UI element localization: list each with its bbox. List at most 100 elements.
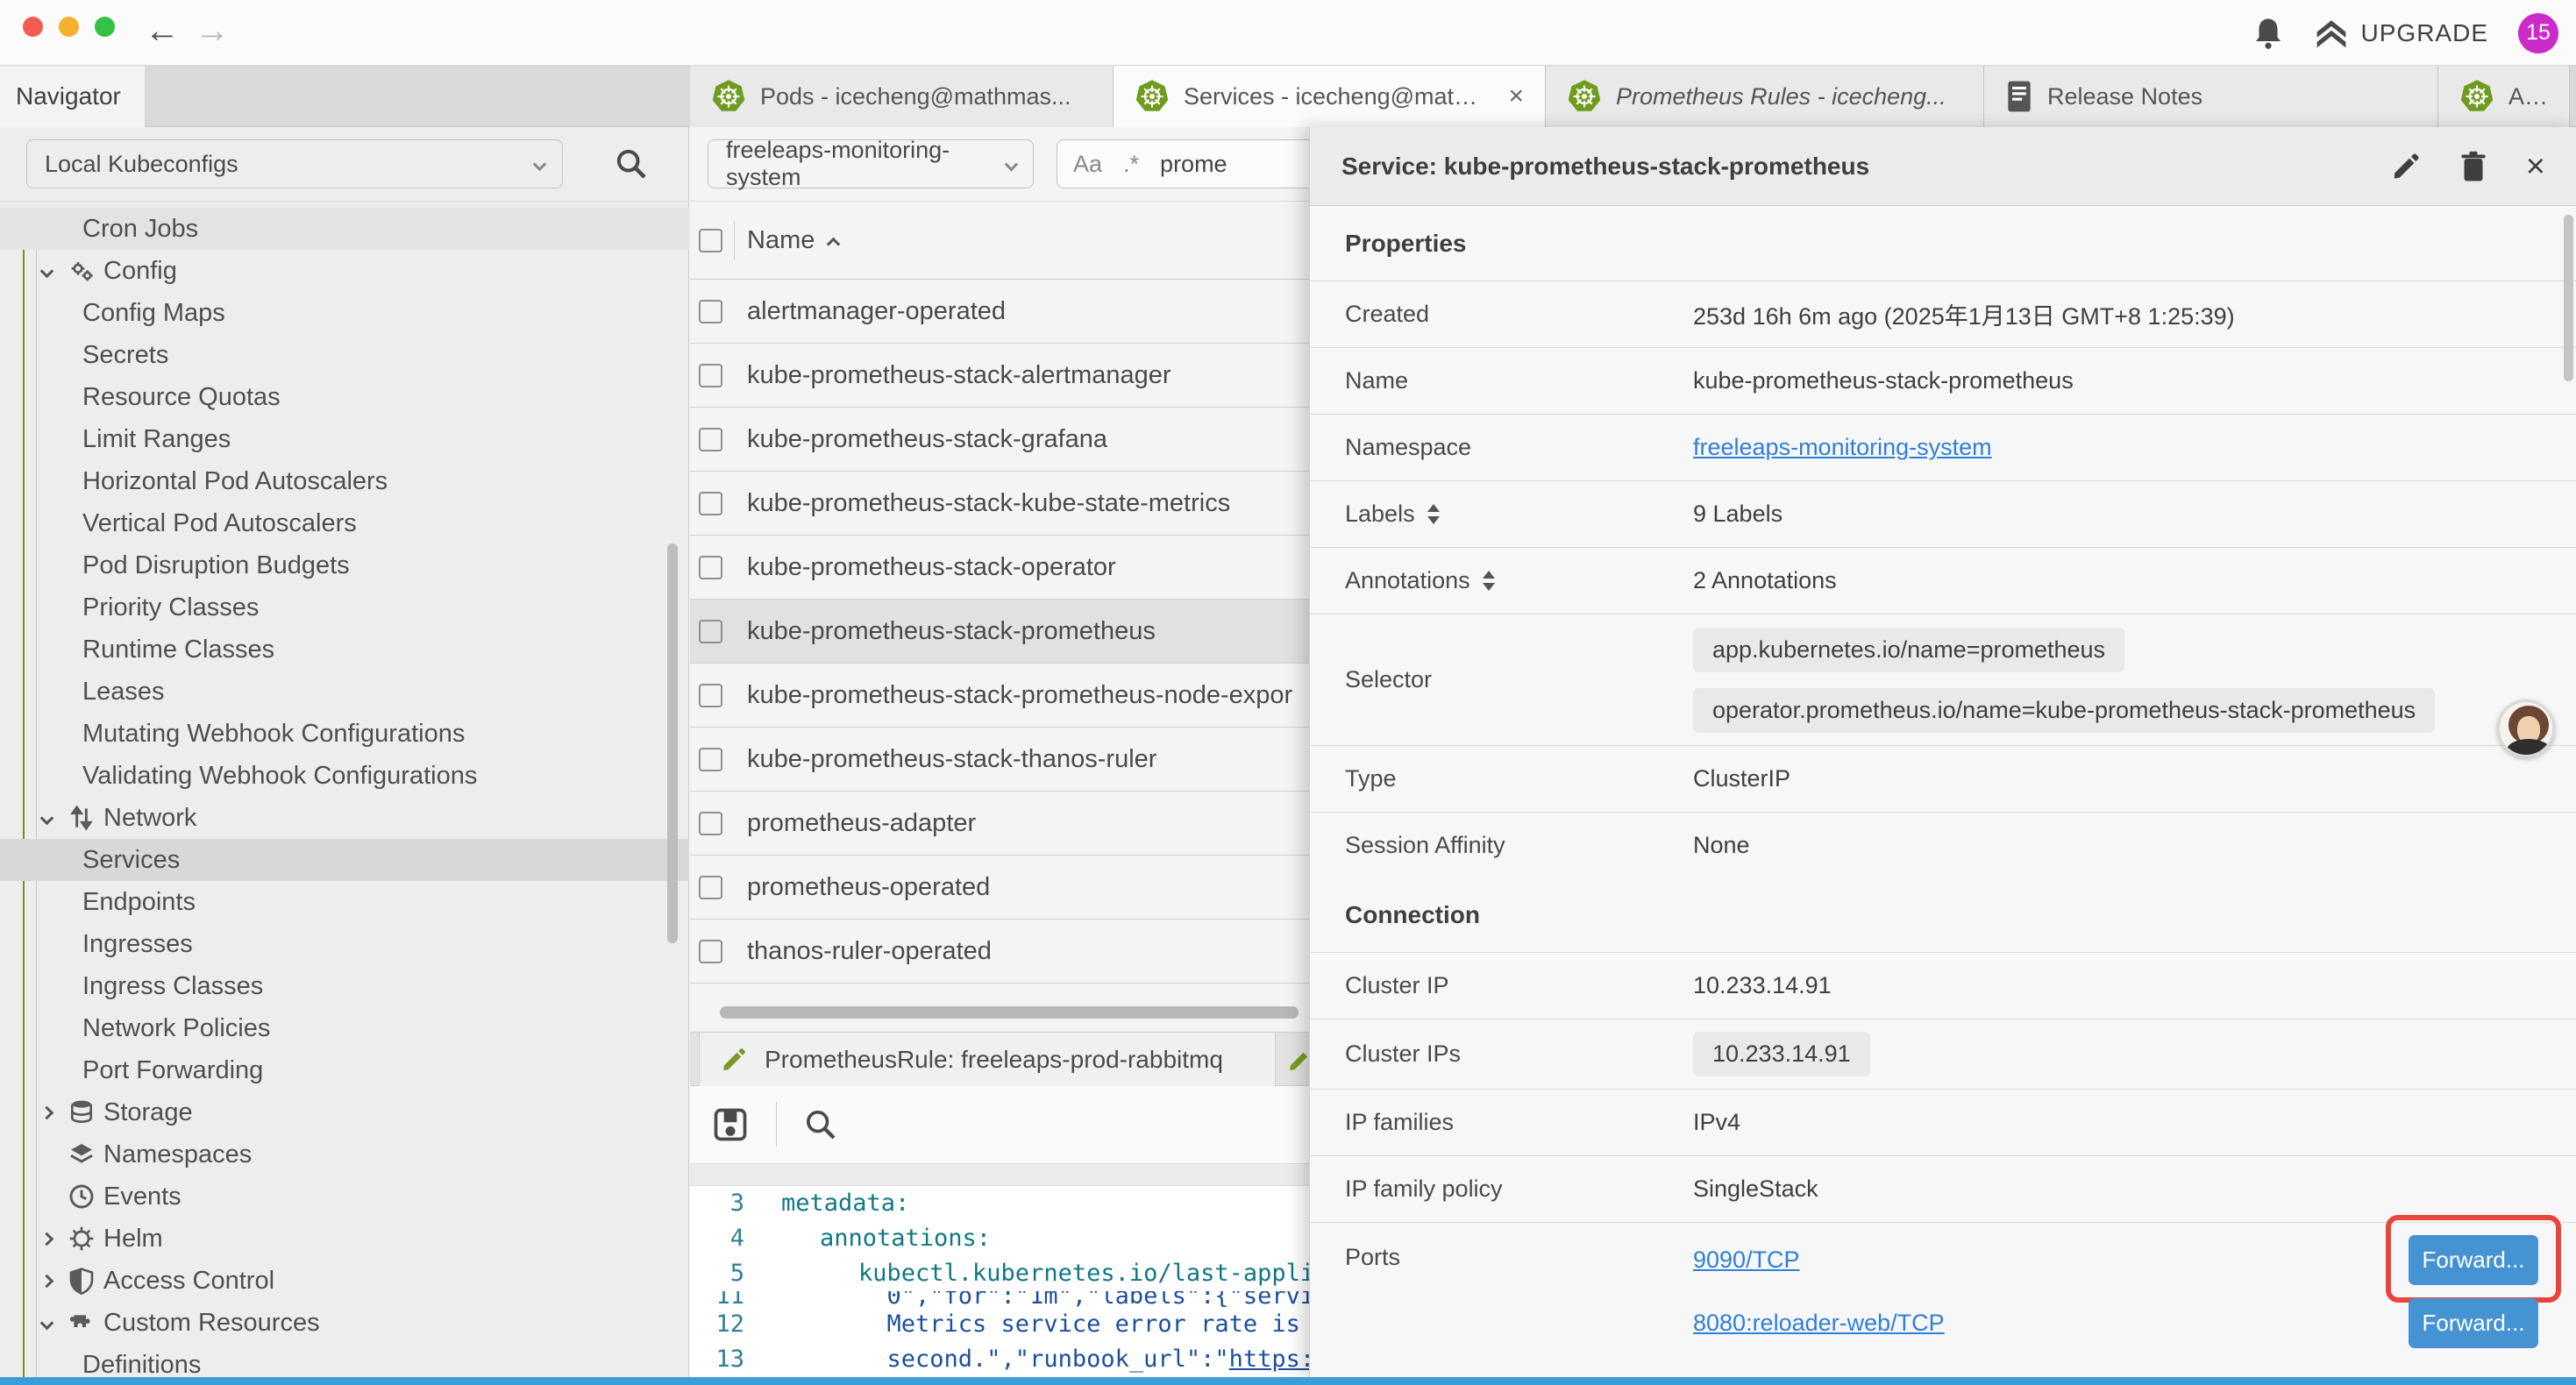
editor-search-icon[interactable] <box>803 1107 838 1142</box>
table-row[interactable]: kube-prometheus-stack-kube-state-metrics <box>690 472 1309 536</box>
row-checkbox[interactable] <box>699 876 722 899</box>
delete-trash-icon[interactable] <box>2459 151 2487 182</box>
port-link[interactable]: 9090/TCP <box>1693 1246 1800 1274</box>
bell-icon[interactable] <box>2252 16 2284 51</box>
tab-prometheus-rules-icecheng[interactable]: Prometheus Rules - icecheng... <box>1546 66 1984 127</box>
tab-argo-se[interactable]: Argo Se <box>2438 66 2570 127</box>
table-row[interactable]: kube-prometheus-stack-grafana <box>690 408 1309 472</box>
table-row[interactable]: prometheus-adapter <box>690 792 1309 856</box>
next-editor-tab-partial[interactable] <box>1277 1033 1309 1087</box>
sort-updown-icon[interactable] <box>1427 504 1440 524</box>
sidebar-item-mutating-webhook-configurations[interactable]: Mutating Webhook Configurations <box>0 713 689 755</box>
sidebar-item-validating-webhook-configurations[interactable]: Validating Webhook Configurations <box>0 755 689 797</box>
sidebar-item-helm[interactable]: Helm <box>0 1218 689 1260</box>
sort-updown-icon[interactable] <box>1483 571 1495 591</box>
sidebar-item-definitions[interactable]: Definitions <box>0 1344 689 1378</box>
table-row[interactable]: kube-prometheus-stack-alertmanager <box>690 344 1309 408</box>
table-row[interactable]: prometheus-operated <box>690 856 1309 920</box>
forward-button[interactable]: Forward... <box>2409 1235 2538 1285</box>
row-checkbox[interactable] <box>699 684 722 707</box>
user-avatar[interactable] <box>2497 700 2555 757</box>
sidebar-item-services[interactable]: Services <box>0 839 689 881</box>
tab-pods-icecheng-mathmas[interactable]: Pods - icecheng@mathmas... <box>690 66 1114 127</box>
match-case-toggle[interactable]: Aa <box>1073 151 1102 178</box>
window-minimize-button[interactable] <box>59 17 79 37</box>
sidebar-scrollbar[interactable] <box>667 543 678 943</box>
property-row-selector: Selectorapp.kubernetes.io/name=prometheu… <box>1310 614 2576 745</box>
row-checkbox[interactable] <box>699 492 722 515</box>
sidebar-item-pod-disruption-budgets[interactable]: Pod Disruption Budgets <box>0 544 689 586</box>
close-icon[interactable]: × <box>2526 152 2545 181</box>
sidebar-item-leases[interactable]: Leases <box>0 671 689 713</box>
resource-search-input[interactable]: Aa .* prome <box>1057 139 1320 188</box>
table-row[interactable]: kube-prometheus-stack-operator <box>690 536 1309 600</box>
tab-release-notes[interactable]: Release Notes <box>1984 66 2438 127</box>
horizontal-scrollbar[interactable] <box>720 1006 1299 1019</box>
line-number: 3 <box>690 1186 774 1221</box>
sort-down-arrow <box>1427 516 1440 524</box>
section-title: Connection <box>1345 901 1480 929</box>
namespace-link[interactable]: freeleaps-monitoring-system <box>1693 434 1992 461</box>
sidebar-item-network-policies[interactable]: Network Policies <box>0 1007 689 1049</box>
sidebar-item-config[interactable]: Config <box>0 250 689 292</box>
property-row-annotations: Annotations2 Annotations <box>1310 547 2576 614</box>
details-scrollbar[interactable] <box>2564 215 2573 381</box>
sidebar-item-access-control[interactable]: Access Control <box>0 1260 689 1302</box>
sidebar-item-runtime-classes[interactable]: Runtime Classes <box>0 629 689 671</box>
back-arrow-icon[interactable]: ← <box>145 9 180 53</box>
forward-arrow-icon[interactable]: → <box>195 9 230 53</box>
tab-navigator[interactable]: Navigator <box>0 66 145 127</box>
sidebar-item-network[interactable]: Network <box>0 797 689 839</box>
kubeconfig-selector[interactable]: Local Kubeconfigs <box>26 139 563 188</box>
namespace-filter[interactable]: freeleaps-monitoring-system <box>708 139 1034 188</box>
name-column-header[interactable]: Name <box>747 226 838 255</box>
sidebar-search-icon[interactable] <box>614 146 649 181</box>
sidebar-item-config-maps[interactable]: Config Maps <box>0 292 689 334</box>
prometheusrule-editor-tab[interactable]: PrometheusRule: freeleaps-prod-rabbitmq <box>699 1033 1276 1087</box>
window-zoom-button[interactable] <box>95 17 115 37</box>
property-label: Type <box>1310 765 1693 792</box>
row-checkbox[interactable] <box>699 940 722 963</box>
regex-toggle[interactable]: .* <box>1123 151 1139 178</box>
code-link[interactable]: https://net <box>1229 1346 1309 1373</box>
port-link[interactable]: 8080:reloader-web/TCP <box>1693 1310 1945 1337</box>
sidebar-item-cron-jobs[interactable]: Cron Jobs <box>0 208 689 250</box>
tab-services-icecheng-math[interactable]: Services - icecheng@math...× <box>1114 66 1546 127</box>
table-row[interactable]: kube-prometheus-stack-thanos-ruler <box>690 728 1309 792</box>
sidebar-item-secrets[interactable]: Secrets <box>0 334 689 376</box>
property-row-ip-family-policy: IP family policySingleStack <box>1310 1155 2576 1222</box>
row-checkbox[interactable] <box>699 364 722 387</box>
row-checkbox[interactable] <box>699 556 722 579</box>
select-all-checkbox[interactable] <box>699 229 722 252</box>
sidebar-item-namespaces[interactable]: Namespaces <box>0 1133 689 1175</box>
table-row[interactable]: alertmanager-operated <box>690 280 1309 344</box>
sidebar-item-port-forwarding[interactable]: Port Forwarding <box>0 1049 689 1091</box>
save-icon[interactable] <box>711 1105 750 1144</box>
row-checkbox[interactable] <box>699 812 722 835</box>
edit-pencil-icon[interactable] <box>2391 152 2421 181</box>
table-row[interactable]: kube-prometheus-stack-prometheus <box>690 600 1309 664</box>
sidebar-item-events[interactable]: Events <box>0 1175 689 1218</box>
sidebar-item-horizontal-pod-autoscalers[interactable]: Horizontal Pod Autoscalers <box>0 460 689 502</box>
notification-badge[interactable]: 15 <box>2518 13 2558 53</box>
upgrade-button[interactable]: UPGRADE <box>2314 18 2488 49</box>
sidebar-item-vertical-pod-autoscalers[interactable]: Vertical Pod Autoscalers <box>0 502 689 544</box>
sidebar-item-limit-ranges[interactable]: Limit Ranges <box>0 418 689 460</box>
table-row[interactable]: kube-prometheus-stack-prometheus-node-ex… <box>690 664 1309 728</box>
sidebar-item-ingresses[interactable]: Ingresses <box>0 923 689 965</box>
sidebar-item-endpoints[interactable]: Endpoints <box>0 881 689 923</box>
table-row[interactable]: thanos-ruler-operated <box>690 920 1309 984</box>
sidebar-item-storage[interactable]: Storage <box>0 1091 689 1133</box>
row-checkbox[interactable] <box>699 620 722 643</box>
tab-close-icon[interactable]: × <box>1508 82 1524 111</box>
row-checkbox[interactable] <box>699 428 722 451</box>
sidebar-item-resource-quotas[interactable]: Resource Quotas <box>0 376 689 418</box>
sidebar-item-ingress-classes[interactable]: Ingress Classes <box>0 965 689 1007</box>
window-close-button[interactable] <box>23 17 43 37</box>
row-checkbox[interactable] <box>699 300 722 323</box>
yaml-editor[interactable]: 3metadata:4annotations:5kubectl.kubernet… <box>690 1186 1309 1378</box>
row-checkbox[interactable] <box>699 748 722 771</box>
sidebar-item-priority-classes[interactable]: Priority Classes <box>0 586 689 629</box>
sidebar-item-custom-resources[interactable]: Custom Resources <box>0 1302 689 1344</box>
forward-button[interactable]: Forward... <box>2409 1298 2538 1348</box>
